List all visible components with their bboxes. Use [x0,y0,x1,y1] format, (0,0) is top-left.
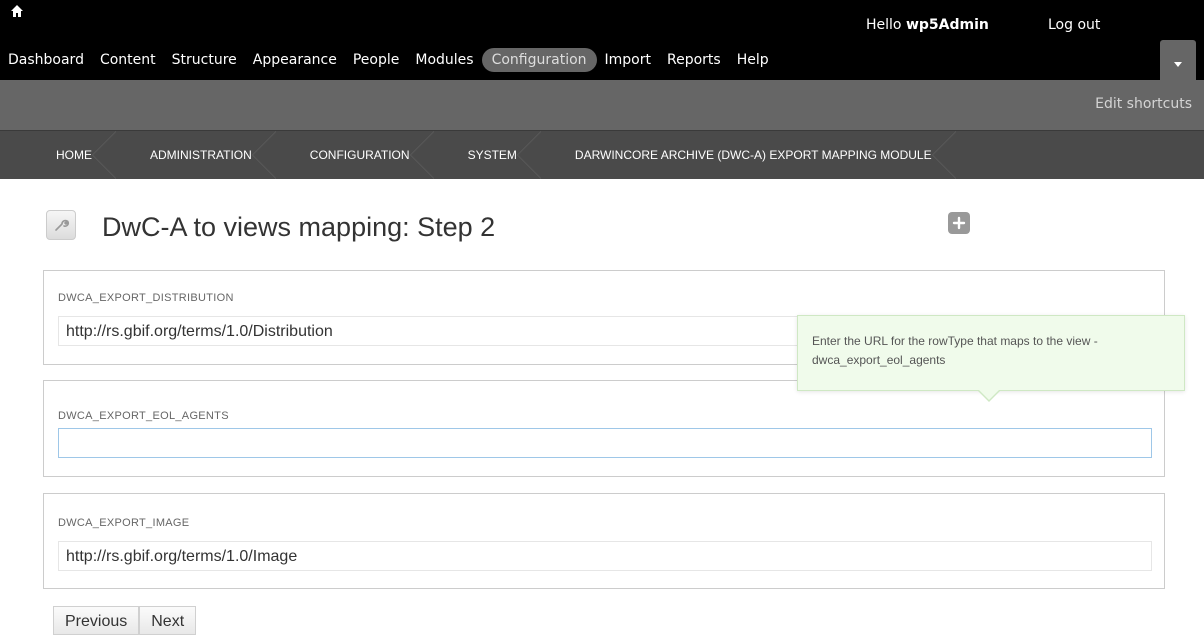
page-title: DwC-A to views mapping: Step 2 [102,212,496,242]
eol-agents-label: DWCA_EXPORT_EOL_AGENTS [58,410,229,422]
breadcrumb: HOME ADMINISTRATION CONFIGURATION SYSTEM… [0,130,1204,179]
home-icon[interactable] [10,4,24,18]
distribution-label: DWCA_EXPORT_DISTRIBUTION [58,292,234,304]
breadcrumb-item-configuration[interactable]: CONFIGURATION [274,131,434,179]
menu-item-import[interactable]: Import [597,48,659,72]
eol-agents-input[interactable] [58,428,1152,458]
chevron-down-icon [1174,62,1182,67]
menu-item-configuration[interactable]: Configuration [481,48,597,72]
menu-item-reports[interactable]: Reports [659,48,729,72]
breadcrumb-item-home[interactable]: HOME [0,131,116,179]
toolbar-menu: Dashboard Content Structure Appearance P… [0,48,777,72]
username-link[interactable]: wp5Admin [906,17,989,33]
add-shortcut-button[interactable] [948,212,970,234]
menu-item-modules[interactable]: Modules [407,48,481,72]
image-input[interactable]: http://rs.gbif.org/terms/1.0/Image [58,541,1152,571]
menu-item-content[interactable]: Content [92,48,164,72]
logout-link[interactable]: Log out [1048,17,1100,33]
greeting-text: Hello [866,17,906,33]
menu-item-people[interactable]: People [345,48,408,72]
tooltip-tail [978,390,1000,402]
drawer-toggle-button[interactable] [1160,40,1196,80]
shortcut-bar: Edit shortcuts [0,80,1204,130]
menu-item-help[interactable]: Help [729,48,777,72]
breadcrumb-item-administration[interactable]: ADMINISTRATION [114,131,276,179]
tooltip-text: Enter the URL for the rowType that maps … [812,334,1098,367]
form-actions: Previous Next [53,606,197,635]
wrench-icon [46,210,76,240]
image-label: DWCA_EXPORT_IMAGE [58,517,190,529]
field-tooltip: Enter the URL for the rowType that maps … [797,315,1185,402]
user-greeting: Hello wp5Admin [866,17,989,33]
menu-item-dashboard[interactable]: Dashboard [0,48,92,72]
menu-item-appearance[interactable]: Appearance [245,48,345,72]
next-button[interactable]: Next [139,606,197,635]
menu-item-structure[interactable]: Structure [164,48,245,72]
plus-icon [952,216,966,230]
edit-shortcuts-link[interactable]: Edit shortcuts [1095,96,1192,112]
breadcrumb-item-system[interactable]: SYSTEM [432,131,542,179]
breadcrumb-item-module[interactable]: DARWINCORE ARCHIVE (DWC-A) EXPORT MAPPIN… [539,131,956,179]
admin-toolbar: Hello wp5Admin Log out Dashboard Content… [0,0,1204,80]
image-fieldset: DWCA_EXPORT_IMAGE http://rs.gbif.org/ter… [43,493,1165,589]
previous-button[interactable]: Previous [53,606,140,635]
